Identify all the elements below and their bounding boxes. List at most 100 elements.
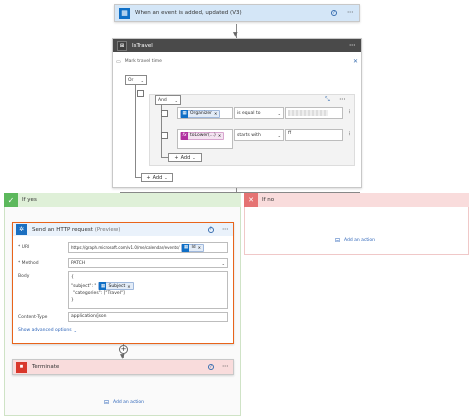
method-label: * Method (18, 261, 39, 266)
more-options-icon[interactable]: ··· (345, 131, 352, 135)
if-yes-header[interactable]: ✓ If yes (4, 193, 241, 207)
uri-label: * URI (18, 245, 30, 250)
method-dropdown[interactable]: PATCH ⌄ (68, 258, 228, 268)
trigger-title: When an event is added, updated (V3) (135, 10, 242, 16)
add-row-button[interactable]: + Add ⌄ (168, 153, 202, 162)
content-type-value: application/json (71, 314, 107, 319)
remove-token-icon[interactable]: ✕ (218, 133, 221, 138)
add-label: Add (152, 174, 163, 181)
terminate-card[interactable]: ⏹ Terminate ? ··· (12, 359, 234, 375)
http-request-card[interactable]: ✲ Send an HTTP request (Preview) ? ··· *… (12, 222, 234, 344)
inner-operator-value: And (158, 97, 167, 103)
condition-icon: ⊞ (117, 40, 127, 51)
add-action-icon[interactable]: ⊟ (335, 237, 340, 244)
condition-value-field[interactable] (285, 107, 343, 119)
expression-token[interactable]: fx toLower(...) ✕ (180, 131, 225, 140)
chevron-down-icon: ⌄ (277, 110, 281, 116)
note-text: Mark travel time (124, 59, 162, 64)
help-icon[interactable]: ? (207, 364, 214, 370)
body-line: "subject": " ▦ Subject ✕ (71, 282, 225, 290)
condition-value-field[interactable]: ff (285, 129, 343, 141)
token-label: Organizer (190, 111, 213, 116)
collapse-icon[interactable]: ⤡ (325, 96, 330, 104)
content-type-label: Content-Type (18, 315, 48, 320)
outlook-icon: ▦ (181, 109, 188, 118)
body-label: Body (18, 274, 30, 279)
id-token[interactable]: ▦ Id ✕ (181, 243, 205, 252)
add-action-icon[interactable]: ⊟ (104, 399, 109, 406)
http-preview: (Preview) (94, 226, 121, 233)
show-advanced-options-link[interactable]: Show advanced options ⌄ (18, 328, 77, 333)
more-options-icon[interactable]: ··· (339, 96, 346, 104)
condition-left-field[interactable]: fx toLower(...) ✕ (177, 129, 233, 149)
plus-icon: + (146, 174, 151, 181)
more-options-icon[interactable]: ··· (222, 363, 229, 371)
body-field[interactable]: { "subject": " ▦ Subject ✕ "categories":… (68, 271, 228, 309)
body-line: "categories": ["Travel"] (73, 291, 125, 296)
uri-value: https://graph.microsoft.com/v1.0/me/cale… (71, 245, 180, 250)
content-type-field[interactable]: application/json (68, 312, 228, 322)
condition-operator-dropdown[interactable]: starts with ⌄ (234, 129, 284, 141)
token-label: toLower(...) (190, 133, 216, 138)
add-group-button[interactable]: + Add ⌄ (141, 173, 173, 182)
tree-line (135, 85, 136, 177)
http-title: Send an HTTP request (32, 226, 93, 233)
condition-title: IsTravel (132, 42, 153, 49)
body-line: } (71, 298, 74, 303)
http-title-wrap: Send an HTTP request (Preview) (32, 227, 120, 233)
operator-value: is equal to (237, 110, 261, 116)
condition-value: ff (288, 131, 292, 136)
close-icon: ✕ (244, 193, 258, 207)
condition-card[interactable]: ⊞ IsTravel ··· ▭ Mark travel time ✕ Or ⌄… (112, 38, 362, 188)
condition-operator-dropdown[interactable]: is equal to ⌄ (234, 107, 284, 119)
tree-line (161, 157, 168, 158)
condition-left-field[interactable]: ▦ Organizer ✕ (177, 107, 233, 119)
more-options-icon[interactable]: ··· (349, 41, 356, 50)
row-checkbox[interactable] (161, 132, 168, 139)
trigger-card[interactable]: ▦ When an event is added, updated (V3) ?… (114, 4, 360, 22)
token-label: Id (191, 245, 196, 250)
if-yes-add-action-link[interactable]: Add an action (113, 400, 144, 405)
redacted-value (288, 110, 328, 116)
subject-token[interactable]: ▦ Subject ✕ (98, 282, 134, 290)
inner-operator-dropdown[interactable]: And ⌄ (155, 95, 181, 105)
tree-line (161, 113, 162, 114)
help-icon[interactable]: ? (330, 10, 337, 16)
method-value: PATCH (71, 260, 86, 266)
note-row[interactable]: ▭ Mark travel time ✕ (116, 57, 358, 66)
arrow-down-icon: ▼ (233, 31, 238, 38)
group-operator-dropdown[interactable]: Or ⌄ (125, 75, 147, 85)
remove-token-icon[interactable]: ✕ (214, 111, 217, 116)
body-line: { (71, 275, 74, 280)
remove-token-icon[interactable]: ✕ (198, 245, 201, 250)
chevron-down-icon: ⌄ (73, 328, 77, 333)
if-no-label: If no (262, 197, 275, 203)
more-options-icon[interactable]: ··· (222, 225, 229, 234)
operator-value: starts with (237, 132, 261, 138)
if-no-header[interactable]: ✕ If no (244, 193, 469, 207)
more-options-icon[interactable]: ··· (347, 9, 354, 17)
comment-icon: ▭ (116, 58, 121, 65)
chevron-down-icon: ⌄ (140, 77, 144, 83)
chevron-down-icon: ⌄ (277, 132, 281, 138)
if-no-add-action-link[interactable]: Add an action (344, 238, 375, 243)
check-icon: ✓ (4, 193, 18, 207)
row-checkbox[interactable] (161, 110, 168, 117)
token-label: Subject (108, 283, 126, 289)
function-icon: fx (181, 131, 188, 140)
group-operator-value: Or (128, 77, 134, 83)
sharepoint-icon: ✲ (16, 224, 27, 235)
group-checkbox[interactable] (137, 90, 144, 97)
body-subject-key: "subject": " (71, 283, 97, 289)
help-icon[interactable]: ? (207, 226, 214, 233)
uri-field[interactable]: https://graph.microsoft.com/v1.0/me/cale… (68, 242, 228, 253)
more-options-icon[interactable]: ··· (345, 109, 352, 113)
organizer-token[interactable]: ▦ Organizer ✕ (180, 109, 221, 118)
chevron-down-icon: ⌄ (174, 97, 178, 103)
close-icon[interactable]: ✕ (353, 58, 358, 65)
chevron-down-icon: ⌄ (164, 175, 168, 180)
if-yes-label: If yes (22, 197, 37, 203)
plus-icon: + (174, 154, 179, 161)
remove-token-icon[interactable]: ✕ (127, 283, 130, 290)
add-label: Add (180, 154, 191, 161)
